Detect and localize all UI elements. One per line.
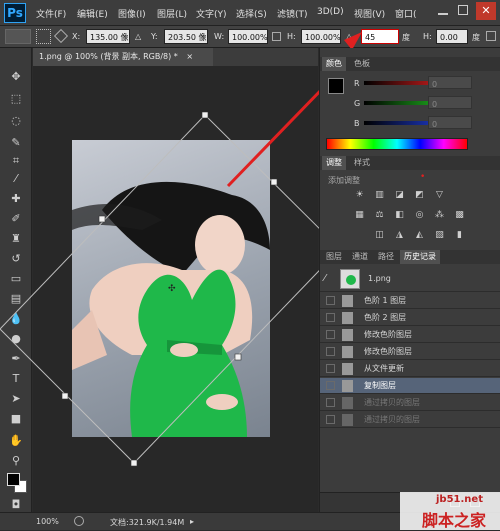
degree-unit: 度 xyxy=(402,33,410,42)
adjustments-title: 添加调整 xyxy=(328,176,360,185)
close-window-icon[interactable]: ✕ xyxy=(476,2,496,20)
tab-styles[interactable]: 样式 xyxy=(350,156,374,170)
watermark-site: jb51.net xyxy=(436,494,483,505)
color-spectrum[interactable] xyxy=(326,138,468,150)
hskew-label: H: xyxy=(423,32,432,41)
history-item-active[interactable]: 复制图层 xyxy=(320,378,500,394)
history-item-dimmed[interactable]: 通过拷贝的图层 xyxy=(320,412,500,428)
status-info-icon[interactable] xyxy=(74,516,84,526)
tab-color[interactable]: 颜色 xyxy=(322,57,346,71)
warp-mode-icon[interactable] xyxy=(486,31,496,41)
posterize-icon[interactable]: ◮ xyxy=(394,230,405,241)
red-dot-marker: • xyxy=(420,172,426,182)
history-item[interactable]: 色阶 2 图层 xyxy=(320,310,500,326)
menu-3d[interactable]: 3D(D) xyxy=(317,7,344,17)
tab-layers[interactable]: 图层 xyxy=(322,250,346,264)
transform-bounding-box[interactable]: ✣ xyxy=(0,0,320,512)
history-item[interactable]: 修改色阶图层 xyxy=(320,344,500,360)
channel-r-value[interactable]: 0 xyxy=(428,76,472,89)
hskew-field[interactable]: 0.00 xyxy=(436,29,468,44)
color-balance-icon[interactable]: ⚖ xyxy=(374,210,385,221)
color-lookup-icon[interactable]: ▩ xyxy=(454,210,465,221)
hskew-unit: 度 xyxy=(472,33,480,42)
tab-paths[interactable]: 路径 xyxy=(374,250,398,264)
menu-view[interactable]: 视图(V) xyxy=(354,7,385,20)
status-arrow-icon[interactable]: ▸ xyxy=(190,517,194,526)
snapshot-thumbnail xyxy=(340,269,360,289)
channel-b-label: B xyxy=(354,119,360,128)
history-item[interactable]: 色阶 1 图层 xyxy=(320,293,500,309)
brightness-icon[interactable]: ☀ xyxy=(354,190,365,201)
history-brush-source-icon[interactable]: ⁄ xyxy=(324,273,326,284)
document-size: 文档:321.9K/1.94M xyxy=(110,518,185,527)
channel-b-value[interactable]: 0 xyxy=(428,116,472,129)
watermark: jb51.net 脚本之家 xyxy=(400,492,500,530)
exposure-icon[interactable]: ◩ xyxy=(414,190,425,201)
channel-g-label: G xyxy=(354,99,361,108)
history-item-dimmed[interactable]: 通过拷贝的图层 xyxy=(320,395,500,411)
channel-mixer-icon[interactable]: ⁂ xyxy=(434,210,445,221)
selective-color-icon[interactable]: ▮ xyxy=(454,230,465,241)
invert-icon[interactable]: ◫ xyxy=(374,230,385,241)
tab-history[interactable]: 历史记录 xyxy=(400,250,440,264)
curves-icon[interactable]: ◪ xyxy=(394,190,405,201)
svg-text:✣: ✣ xyxy=(168,284,176,294)
watermark-name: 脚本之家 xyxy=(422,511,487,530)
history-item[interactable]: 从文件更新 xyxy=(320,361,500,377)
snapshot-label: 1.png xyxy=(368,274,391,283)
history-snapshot[interactable]: ⁄ 1.png xyxy=(320,266,500,292)
tab-channels[interactable]: 通道 xyxy=(348,250,372,264)
minimize-icon[interactable] xyxy=(438,5,448,15)
channel-r-label: R xyxy=(354,79,360,88)
vibrance-icon[interactable]: ▽ xyxy=(434,190,445,201)
channel-g-value[interactable]: 0 xyxy=(428,96,472,109)
menu-window[interactable]: 窗口( xyxy=(395,7,417,20)
maximize-icon[interactable] xyxy=(458,5,468,15)
tab-swatches[interactable]: 色板 xyxy=(350,57,374,71)
photo-filter-icon[interactable]: ◎ xyxy=(414,210,425,221)
tab-adjustments[interactable]: 调整 xyxy=(322,156,346,170)
color-fg-chip[interactable] xyxy=(328,78,344,94)
threshold-icon[interactable]: ◭ xyxy=(414,230,425,241)
color-panel-tabs: 颜色 色板 xyxy=(320,57,500,71)
adjustments-panel-tabs: 调整 样式 xyxy=(320,156,500,170)
history-item[interactable]: 修改色阶图层 xyxy=(320,327,500,343)
levels-icon[interactable]: ▥ xyxy=(374,190,385,201)
right-panels: 颜色 色板 R 0 G 0 B 0 调整 样式 添加调整 • ☀ ▥ ◪ ◩ ▽… xyxy=(319,48,500,512)
hue-saturation-icon[interactable]: ▦ xyxy=(354,210,365,221)
zoom-level[interactable]: 100% xyxy=(36,517,59,526)
gradient-map-icon[interactable]: ▧ xyxy=(434,230,445,241)
black-white-icon[interactable]: ◧ xyxy=(394,210,405,221)
history-panel-tabs: 图层 通道 路径 历史记录 xyxy=(320,250,500,264)
